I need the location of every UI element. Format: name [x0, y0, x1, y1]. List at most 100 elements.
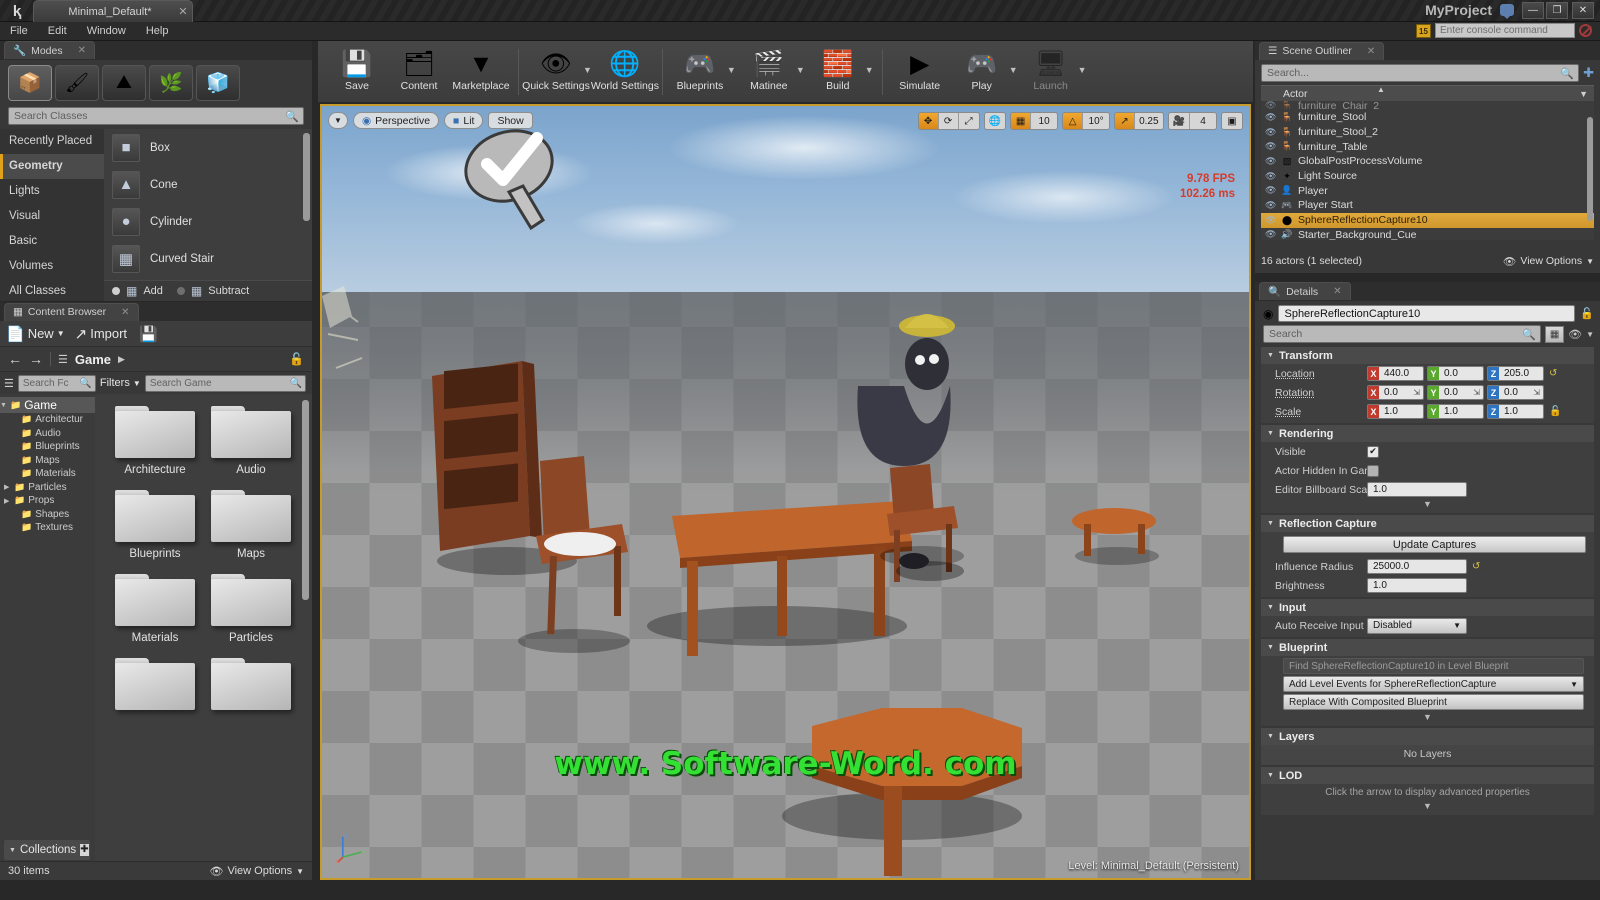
- add-actor-icon[interactable]: ✚: [1583, 65, 1594, 81]
- list-item[interactable]: ▦ Curved Stair: [104, 240, 312, 277]
- minimize-button[interactable]: —: [1522, 2, 1544, 19]
- tab-modes[interactable]: 🔧 Modes ✕: [4, 41, 95, 59]
- chevron-down-icon[interactable]: ▼: [865, 65, 874, 79]
- translate-tool[interactable]: ✥: [918, 113, 939, 129]
- location-x[interactable]: X 440.0: [1367, 366, 1424, 381]
- scrollbar[interactable]: [302, 400, 309, 600]
- outliner-search-input[interactable]: Search... 🔍: [1261, 64, 1580, 82]
- section-header[interactable]: ▼ Rendering: [1261, 425, 1594, 442]
- menu-file[interactable]: File: [0, 22, 38, 41]
- chevron-down-icon[interactable]: ▼: [1078, 65, 1087, 79]
- level-viewport[interactable]: ▼ ◉ Perspective ■ Lit Show ✥ ⟳ ⤢ 🌐 ▦ 10 …: [320, 104, 1251, 880]
- tree-item-game[interactable]: ▼ 📁 Game: [0, 397, 95, 413]
- close-icon[interactable]: ✕: [1333, 286, 1341, 297]
- marketplace-button[interactable]: ▼ Marketplace: [450, 41, 512, 102]
- close-icon[interactable]: ✕: [174, 5, 192, 18]
- tree-item-audio[interactable]: 📁 Audio: [0, 427, 95, 441]
- value[interactable]: 440.0: [1379, 367, 1423, 380]
- eye-icon[interactable]: 👁: [1265, 171, 1276, 182]
- expand-advanced-icon[interactable]: ▼: [1261, 801, 1594, 813]
- eye-icon[interactable]: 👁: [1265, 112, 1276, 123]
- eye-icon[interactable]: 👁: [1265, 141, 1276, 152]
- list-item[interactable]: 👁 🪑 furniture_Stool: [1261, 110, 1594, 125]
- level-tab[interactable]: Minimal_Default* ✕: [33, 0, 193, 22]
- list-item[interactable]: 👁 🎮 Player Start: [1261, 198, 1594, 213]
- mode-foliage-button[interactable]: 🌿: [149, 65, 193, 101]
- sidebar-item-all-classes[interactable]: All Classes: [0, 279, 104, 304]
- rotation-y[interactable]: Y 0.0 ⇲: [1427, 385, 1484, 400]
- grid-snap-value[interactable]: 10: [1031, 113, 1058, 129]
- section-header[interactable]: ▼ Input: [1261, 599, 1594, 616]
- section-header[interactable]: ▼ Reflection Capture: [1261, 515, 1594, 532]
- billboard-scale-field[interactable]: 1.0: [1367, 482, 1467, 497]
- close-icon[interactable]: ✕: [1367, 46, 1375, 57]
- new-asset-button[interactable]: 📄 New ▼: [6, 325, 65, 343]
- csg-add-radio[interactable]: [112, 287, 120, 295]
- spinner-icon[interactable]: ⇲: [1473, 388, 1480, 397]
- value[interactable]: 0.0: [1439, 367, 1483, 380]
- chevron-right-icon[interactable]: ▶: [118, 354, 125, 365]
- value[interactable]: 0.0 ⇲: [1439, 386, 1483, 399]
- scale-snap-toggle[interactable]: ↗: [1115, 113, 1136, 129]
- matinee-button[interactable]: 🎬 Matinee: [738, 41, 800, 102]
- camera-speed-value[interactable]: 4: [1190, 113, 1216, 129]
- filters-button[interactable]: Filters ▼: [100, 377, 141, 389]
- value[interactable]: 1.0: [1379, 405, 1423, 418]
- forward-button[interactable]: →: [29, 351, 43, 367]
- auto-receive-input-select[interactable]: Disabled ▼: [1367, 617, 1467, 634]
- eye-icon[interactable]: 👁: [1265, 156, 1276, 167]
- asset-search-input[interactable]: Search Game 🔍: [144, 374, 306, 392]
- world-settings-button[interactable]: 🌐 World Settings: [591, 41, 659, 102]
- display-options-button[interactable]: ▦: [1545, 325, 1565, 343]
- play-button[interactable]: 🎮 Play: [951, 41, 1013, 102]
- tab-content-browser[interactable]: ▦ Content Browser ✕: [4, 302, 139, 321]
- section-header[interactable]: ▼ Transform: [1261, 347, 1594, 364]
- chevron-down-icon[interactable]: ▼: [727, 65, 736, 79]
- simulate-button[interactable]: ▶ Simulate: [889, 41, 951, 102]
- lock-icon[interactable]: 🔓: [1580, 307, 1594, 320]
- viewport-options-button[interactable]: ▼: [328, 112, 348, 129]
- list-item[interactable]: 👁 🪑 furniture_Table: [1261, 139, 1594, 154]
- column-actor-label[interactable]: Actor: [1261, 88, 1308, 100]
- triangle-right-icon[interactable]: ▶: [4, 483, 11, 491]
- build-button[interactable]: 🧱 Build: [807, 41, 869, 102]
- eye-icon[interactable]: 👁: [1265, 101, 1276, 110]
- actor-name-field[interactable]: SphereReflectionCapture10: [1278, 305, 1576, 322]
- tree-item-shapes[interactable]: 📁 Shapes: [0, 508, 95, 522]
- scrollbar[interactable]: [1587, 117, 1593, 221]
- mode-landscape-button[interactable]: ⛰: [102, 65, 146, 101]
- asset-tile-folder[interactable]: [107, 658, 203, 716]
- section-header[interactable]: ▼ Blueprint: [1261, 639, 1594, 656]
- list-item[interactable]: 👁 🪑 furniture_Stool_2: [1261, 125, 1594, 140]
- folder-search-input[interactable]: Search Fc 🔍: [17, 374, 96, 392]
- sidebar-item-lights[interactable]: Lights: [0, 179, 104, 204]
- eye-icon[interactable]: 👁: [1265, 185, 1276, 196]
- rotation-x[interactable]: X 0.0 ⇲: [1367, 385, 1424, 400]
- menu-help[interactable]: Help: [136, 22, 179, 41]
- breadcrumb-game[interactable]: Game: [75, 352, 111, 367]
- blueprints-button[interactable]: 🎮 Blueprints: [669, 41, 731, 102]
- rotate-tool[interactable]: ⟳: [938, 113, 959, 129]
- triangle-right-icon[interactable]: ▶: [4, 497, 11, 505]
- asset-tile-folder[interactable]: Audio: [203, 406, 299, 476]
- view-mode-button[interactable]: ◉ Perspective: [353, 112, 440, 129]
- eye-icon[interactable]: 👁: [1265, 200, 1276, 211]
- close-window-button[interactable]: ✕: [1572, 2, 1594, 19]
- value[interactable]: 0.0 ⇲: [1499, 386, 1543, 399]
- grid-snap-toggle[interactable]: ▦: [1011, 113, 1032, 129]
- details-search-input[interactable]: Search 🔍: [1263, 325, 1542, 343]
- list-item[interactable]: ▲ Cone: [104, 166, 312, 203]
- angle-snap-value[interactable]: 10°: [1083, 113, 1110, 129]
- list-item[interactable]: ● Cylinder: [104, 203, 312, 240]
- section-header[interactable]: ▼ LOD: [1261, 767, 1594, 784]
- asset-tile-folder[interactable]: Blueprints: [107, 490, 203, 560]
- rotation-z[interactable]: Z 0.0 ⇲: [1487, 385, 1544, 400]
- value[interactable]: 0.0 ⇲: [1379, 386, 1423, 399]
- chevron-down-icon[interactable]: ▼: [1586, 330, 1594, 339]
- search-classes-input[interactable]: Search Classes 🔍: [8, 107, 304, 125]
- asset-tile-folder[interactable]: Materials: [107, 574, 203, 644]
- influence-radius-field[interactable]: 25000.0: [1367, 559, 1467, 574]
- scrollbar[interactable]: [303, 133, 310, 221]
- quick-settings-button[interactable]: 👁 Quick Settings: [522, 41, 590, 102]
- scale-x[interactable]: X 1.0: [1367, 404, 1424, 419]
